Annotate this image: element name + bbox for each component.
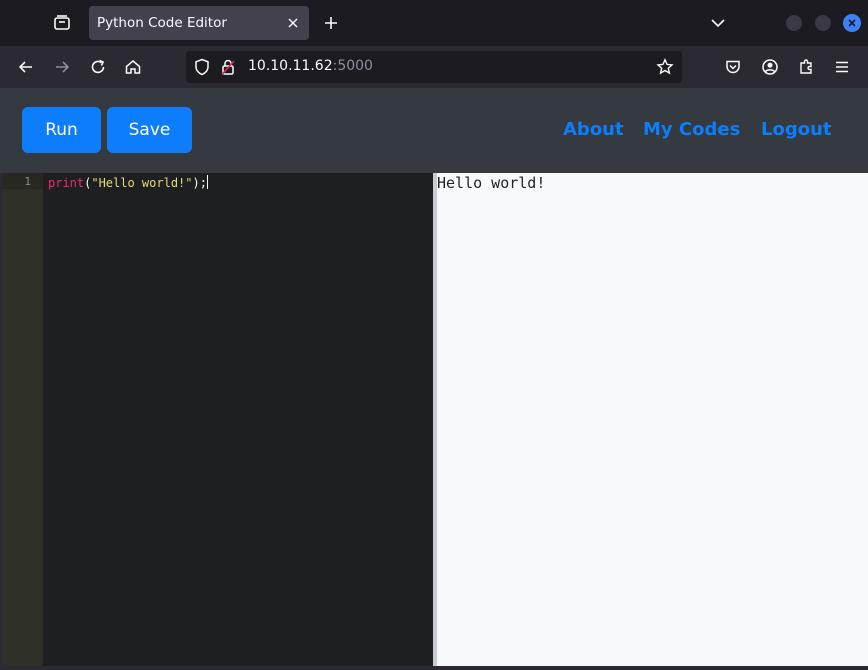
- output-pane: Hello world!: [437, 173, 868, 666]
- home-icon[interactable]: [122, 56, 144, 78]
- run-button[interactable]: Run: [22, 107, 101, 153]
- back-arrow-icon[interactable]: [15, 56, 37, 78]
- url-host: 10.10.11.62: [248, 58, 333, 74]
- url-bar[interactable]: 10.10.11.62:5000: [186, 51, 682, 83]
- code-function: print: [48, 176, 85, 190]
- reload-icon[interactable]: [87, 56, 109, 78]
- menu-icon[interactable]: [831, 56, 853, 78]
- browser-tab[interactable]: Python Code Editor: [89, 6, 309, 40]
- code-string: "Hello world!": [91, 176, 193, 190]
- save-button[interactable]: Save: [107, 107, 192, 153]
- pocket-icon[interactable]: [722, 56, 744, 78]
- navigation-bar: 10.10.11.62:5000: [0, 46, 868, 88]
- active-line-highlight: [2, 173, 43, 189]
- window-bottom-border: [0, 666, 868, 670]
- url-text[interactable]: 10.10.11.62:5000: [248, 58, 373, 74]
- tab-title: Python Code Editor: [97, 15, 227, 31]
- star-icon[interactable]: [656, 58, 674, 80]
- extensions-icon[interactable]: [795, 56, 817, 78]
- logout-link[interactable]: Logout: [761, 119, 832, 140]
- close-icon: [848, 19, 856, 27]
- lock-icon[interactable]: [220, 58, 236, 80]
- tab-manager-icon[interactable]: [50, 11, 74, 35]
- output-text: Hello world!: [437, 174, 546, 192]
- close-icon[interactable]: [285, 15, 301, 31]
- about-link[interactable]: About: [563, 119, 624, 140]
- maximize-button[interactable]: [815, 15, 831, 31]
- chevron-down-icon[interactable]: [708, 13, 728, 33]
- plus-icon[interactable]: [320, 12, 342, 34]
- code-line[interactable]: print("Hello world!");: [48, 175, 208, 190]
- page-header: Run Save About My Codes Logout: [0, 88, 868, 173]
- minimize-button[interactable]: [786, 15, 802, 31]
- account-icon[interactable]: [759, 56, 781, 78]
- forward-arrow-icon[interactable]: [51, 56, 73, 78]
- code-editor[interactable]: 1 print("Hello world!");: [0, 173, 433, 666]
- code-close: );: [192, 176, 207, 190]
- tab-strip: Python Code Editor: [0, 0, 868, 46]
- editor-gutter: 1: [2, 173, 43, 666]
- url-port: :5000: [332, 58, 373, 74]
- my-codes-link[interactable]: My Codes: [643, 119, 740, 140]
- shield-icon[interactable]: [194, 58, 210, 80]
- line-number: 1: [24, 175, 31, 188]
- window-close-button[interactable]: [843, 14, 861, 32]
- text-cursor: [206, 175, 208, 189]
